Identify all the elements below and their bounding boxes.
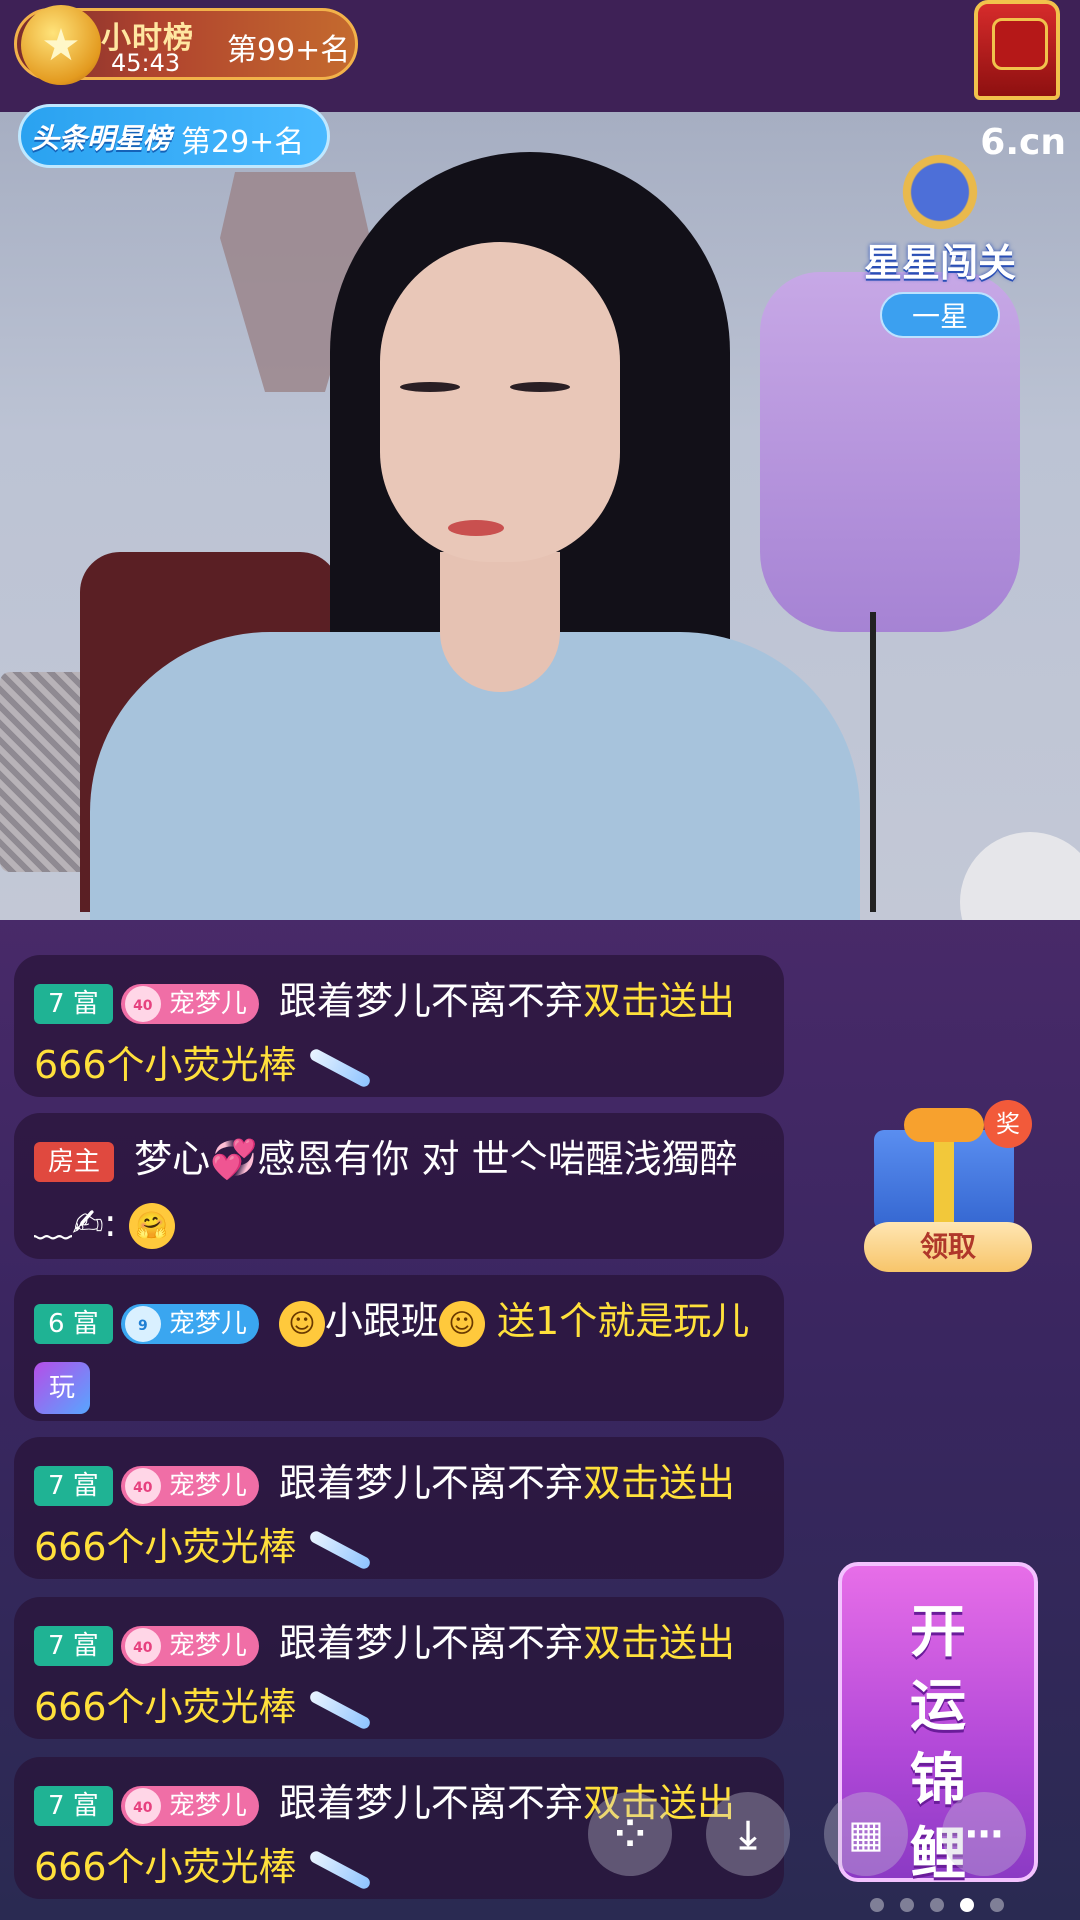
eye	[400, 382, 460, 392]
chat-message: 7 富 40 宠梦儿 跟着梦儿不离不弃双击送出666个小荧光棒	[14, 955, 784, 1097]
play-gift-icon: 玩	[34, 1361, 90, 1414]
heart-icon: 40	[124, 1627, 161, 1664]
reward-corner-badge: 奖	[984, 1100, 1032, 1148]
headline-rank-position: 第29+名	[181, 125, 305, 160]
fan-club-badge[interactable]: 40 宠梦儿	[120, 1785, 259, 1826]
hour-rank-timer: 45:43	[111, 49, 181, 77]
fan-club-name: 宠梦儿	[168, 988, 247, 1019]
claim-button[interactable]: 领取	[864, 1222, 1032, 1272]
page-dot	[990, 1898, 1004, 1912]
star-emblem-icon	[890, 142, 990, 242]
dress-stand	[870, 612, 876, 912]
eye	[510, 382, 570, 392]
page-dot	[930, 1898, 944, 1912]
smile-emoji-icon: ☺	[278, 1300, 325, 1347]
chat-message: 7 富 40 宠梦儿 跟着梦儿不离不弃双击送出666个小荧光棒	[14, 1437, 784, 1579]
grimace-emoji-icon: ☺	[438, 1300, 485, 1347]
wealth-level-badge: 6 富	[34, 1303, 113, 1344]
star-challenge-level[interactable]: 一星	[880, 292, 1000, 338]
gift-reward-widget[interactable]: 奖 领取	[864, 1100, 1032, 1272]
page-indicator	[870, 1898, 1004, 1912]
heart-icon: 40	[124, 1467, 161, 1504]
heart-icon: 40	[124, 1787, 161, 1824]
glowstick-icon	[307, 1688, 372, 1731]
grid-icon[interactable]: ▦	[824, 1792, 908, 1876]
message-text: 跟着梦儿不离不弃	[278, 1461, 583, 1505]
fan-club-badge[interactable]: 40 宠梦儿	[120, 983, 259, 1024]
more-icon[interactable]: ⋯	[942, 1792, 1026, 1876]
heart-icon: 9	[124, 1305, 161, 1342]
top-bar: ★ 小时榜 45:43 第99+名	[0, 0, 1080, 112]
hug-emoji-icon: 🤗	[128, 1202, 175, 1249]
download-icon[interactable]: ⤓	[706, 1792, 790, 1876]
hour-rank-position: 第99+名	[227, 33, 351, 68]
fan-club-name: 宠梦儿	[168, 1790, 247, 1821]
fan-club-badge[interactable]: 40 宠梦儿	[120, 1465, 259, 1506]
message-text: 跟着梦儿不离不弃	[278, 979, 583, 1023]
page-dot	[870, 1898, 884, 1912]
headline-rank-badge[interactable]: 头条明星榜 第29+名	[18, 104, 330, 168]
fan-club-name: 宠梦儿	[168, 1308, 247, 1339]
fan-club-name: 宠梦儿	[168, 1470, 247, 1501]
page-dot	[900, 1898, 914, 1912]
wealth-level-badge: 7 富	[34, 983, 113, 1024]
host-badge: 房主	[34, 1141, 115, 1182]
fan-club-badge[interactable]: 40 宠梦儿	[120, 1625, 259, 1666]
hour-rank-badge[interactable]: ★ 小时榜 45:43 第99+名	[14, 5, 358, 85]
chat-message: 7 富 40 宠梦儿 跟着梦儿不离不弃双击送出666个小荧光棒	[14, 1597, 784, 1739]
wealth-level-badge: 7 富	[34, 1465, 113, 1506]
message-text: 跟着梦儿不离不弃	[278, 1621, 583, 1665]
wealth-level-badge: 7 富	[34, 1785, 113, 1826]
share-icon[interactable]: ⁘	[588, 1792, 672, 1876]
streamer-neck	[440, 552, 560, 692]
star-challenge-badge[interactable]: 星星闯关	[850, 142, 1030, 292]
live-video[interactable]: 6.cn 星星闯关 一星	[0, 112, 1080, 920]
message-text: 小跟班	[324, 1299, 439, 1343]
glowstick-icon	[307, 1046, 372, 1089]
lips	[448, 520, 504, 536]
throne-icon[interactable]	[974, 0, 1060, 100]
page-dot-active	[960, 1898, 974, 1912]
chat-message: 房主 梦心💞感恩有你 对 世亽啱醒浅獨醉﹏✍: 🤗	[14, 1113, 784, 1259]
fan	[960, 832, 1080, 920]
glowstick-icon	[307, 1528, 372, 1571]
glowstick-icon	[307, 1848, 372, 1891]
headline-rank-logo: 头条明星榜	[31, 122, 172, 155]
chat-message: 6 富 9 宠梦儿 ☺ 小跟班 ☺ 送1个就是玩儿玩	[14, 1275, 784, 1421]
star-challenge-title: 星星闯关	[863, 241, 1016, 285]
heart-icon: 40	[124, 985, 161, 1022]
trophy-icon: ★	[21, 5, 101, 85]
fan-club-name: 宠梦儿	[168, 1630, 247, 1661]
fan-club-badge[interactable]: 9 宠梦儿	[120, 1303, 259, 1344]
streamer-face	[380, 242, 620, 562]
wealth-level-badge: 7 富	[34, 1625, 113, 1666]
message-text: 跟着梦儿不离不弃	[278, 1781, 583, 1825]
gift-bow	[904, 1108, 984, 1142]
gift-text: 送1个就是玩儿	[497, 1299, 750, 1343]
